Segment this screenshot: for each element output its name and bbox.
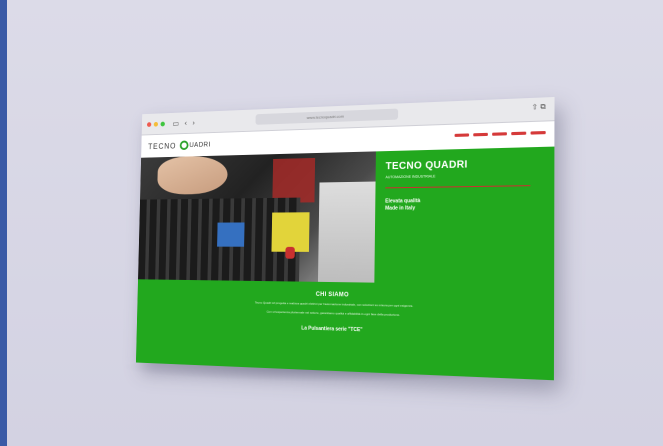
hero-tagline: Elevata qualità Made in Italy	[385, 197, 541, 213]
hero-title: TECNO QUADRI	[385, 159, 468, 173]
hero-section: TECNO QUADRI AUTOMAZIONE INDUSTRIALE Ele…	[138, 146, 555, 286]
logo-text-left: TECNO	[148, 141, 177, 151]
hero-divider	[385, 185, 531, 189]
address-bar[interactable]: www.tecnoquadri.com	[255, 108, 399, 125]
photo-blue-part	[217, 222, 245, 247]
hero-photo	[138, 151, 376, 283]
nav-item-2[interactable]	[473, 132, 488, 137]
main-nav	[454, 130, 546, 137]
about-section: CHI SIAMO Tecno Quadri srl progetta e re…	[135, 279, 555, 381]
back-icon[interactable]: ‹	[184, 118, 187, 127]
nav-item-4[interactable]	[511, 131, 527, 136]
photo-hand	[157, 155, 228, 195]
nav-item-3[interactable]	[492, 132, 507, 136]
hero-tagline-2: Made in Italy	[385, 205, 416, 212]
sidebar-icon[interactable]: ▭	[172, 119, 179, 128]
close-window-button[interactable]	[146, 121, 152, 127]
hero-text: TECNO QUADRI AUTOMAZIONE INDUSTRIALE Ele…	[385, 157, 541, 212]
hero-subtitle: AUTOMAZIONE INDUSTRIALE	[385, 174, 436, 180]
toolbar-right: ⇧ ⧉	[532, 103, 546, 113]
left-edge-band	[0, 0, 7, 446]
logo-q-icon	[179, 140, 189, 151]
maximize-window-button[interactable]	[160, 121, 165, 126]
logo-text-right: UADRI	[189, 141, 211, 149]
minimize-window-button[interactable]	[153, 121, 159, 127]
tabs-icon[interactable]: ⧉	[540, 103, 545, 112]
nav-item-5[interactable]	[530, 130, 546, 135]
site-logo[interactable]: TECNO UADRI	[148, 140, 211, 151]
share-icon[interactable]: ⇧	[532, 103, 538, 112]
nav-item-1[interactable]	[454, 133, 470, 137]
photo-red-box	[272, 157, 316, 203]
photo-white-panel	[317, 181, 376, 283]
browser-mockup: ▭ ‹ › www.tecnoquadri.com ⇧ ⧉ TECNO UADR…	[135, 96, 555, 381]
photo-red-button	[285, 246, 295, 259]
forward-icon[interactable]: ›	[192, 118, 195, 127]
about-cta-link[interactable]: La Pulsantiera serie "TCE"	[137, 321, 554, 339]
